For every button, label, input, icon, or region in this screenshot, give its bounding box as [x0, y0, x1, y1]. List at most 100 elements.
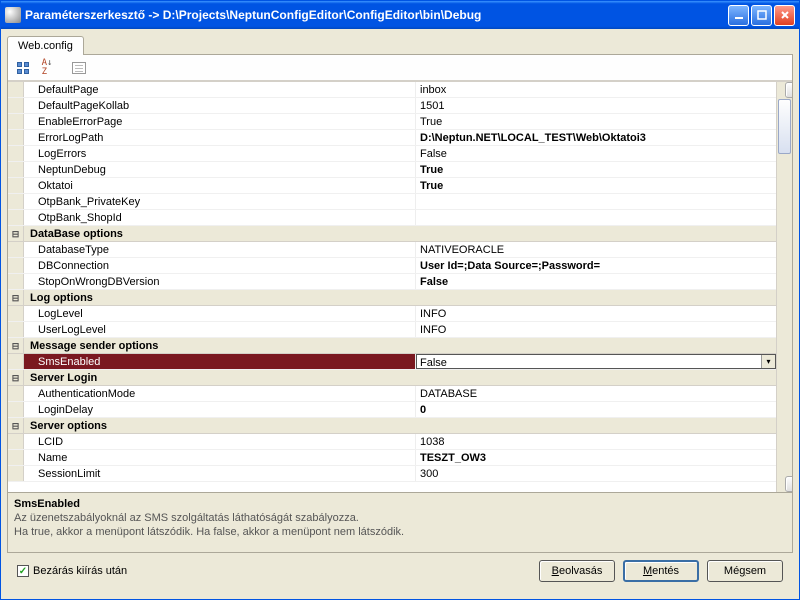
tab-webconfig[interactable]: Web.config: [7, 36, 84, 55]
property-value[interactable]: True: [416, 114, 776, 129]
close-button[interactable]: [774, 5, 795, 26]
property-name: LogErrors: [24, 146, 416, 161]
expand-gutter: [8, 114, 24, 129]
property-value[interactable]: [416, 210, 776, 225]
dropdown-icon[interactable]: ▾: [761, 355, 775, 368]
property-value[interactable]: INFO: [416, 306, 776, 321]
description-panel: SmsEnabled Az üzenetszabályoknál az SMS …: [8, 492, 792, 552]
property-name: LCID: [24, 434, 416, 449]
window-title: Paraméterszerkesztő -> D:\Projects\Neptu…: [25, 8, 728, 22]
property-value[interactable]: D:\Neptun.NET\LOCAL_TEST\Web\Oktatoi3: [416, 130, 776, 145]
property-value[interactable]: 0: [416, 402, 776, 417]
property-value[interactable]: False: [416, 274, 776, 289]
scroll-up-button[interactable]: ▲: [785, 82, 792, 98]
property-value[interactable]: True: [416, 178, 776, 193]
category-row[interactable]: ⊟Message sender options: [8, 338, 776, 354]
minimize-button[interactable]: [728, 5, 749, 26]
category-row[interactable]: ⊟Server options: [8, 418, 776, 434]
expand-gutter: [8, 146, 24, 161]
property-row[interactable]: LogErrorsFalse: [8, 146, 776, 162]
property-value[interactable]: inbox: [416, 82, 776, 97]
scroll-thumb[interactable]: [778, 99, 791, 154]
property-name: SmsEnabled: [24, 354, 416, 369]
app-icon: [5, 7, 21, 23]
property-value[interactable]: False: [416, 146, 776, 161]
property-row[interactable]: SessionLimit300: [8, 466, 776, 482]
property-name: EnableErrorPage: [24, 114, 416, 129]
cancel-button[interactable]: Mégsem: [707, 560, 783, 582]
property-name: DatabaseType: [24, 242, 416, 257]
expand-gutter[interactable]: ⊟: [8, 418, 24, 433]
property-name: DataBase options: [24, 226, 776, 241]
property-row[interactable]: NameTESZT_OW3: [8, 450, 776, 466]
property-value[interactable]: 1038: [416, 434, 776, 449]
expand-gutter: [8, 162, 24, 177]
property-row[interactable]: DatabaseTypeNATIVEORACLE: [8, 242, 776, 258]
expand-gutter[interactable]: ⊟: [8, 338, 24, 353]
property-row[interactable]: NeptunDebugTrue: [8, 162, 776, 178]
property-name: UserLogLevel: [24, 322, 416, 337]
description-line1: Az üzenetszabályoknál az SMS szolgáltatá…: [14, 511, 786, 525]
property-row[interactable]: LogLevelINFO: [8, 306, 776, 322]
expand-gutter[interactable]: ⊟: [8, 290, 24, 305]
property-row[interactable]: OtpBank_PrivateKey: [8, 194, 776, 210]
property-row[interactable]: DBConnectionUser Id=;Data Source=;Passwo…: [8, 258, 776, 274]
expand-gutter: [8, 434, 24, 449]
expand-gutter[interactable]: ⊟: [8, 370, 24, 385]
expand-gutter: [8, 82, 24, 97]
property-pages-button[interactable]: [68, 57, 90, 79]
property-value[interactable]: DATABASE: [416, 386, 776, 401]
expand-gutter: [8, 258, 24, 273]
property-name: OtpBank_PrivateKey: [24, 194, 416, 209]
property-value[interactable]: False▾: [416, 354, 776, 369]
property-row[interactable]: DefaultPageinbox: [8, 82, 776, 98]
property-value[interactable]: [416, 194, 776, 209]
property-name: StopOnWrongDBVersion: [24, 274, 416, 289]
property-grid[interactable]: DefaultPageinboxDefaultPageKollab1501Ena…: [8, 82, 776, 492]
property-name: DefaultPageKollab: [24, 98, 416, 113]
property-value[interactable]: True: [416, 162, 776, 177]
property-value[interactable]: 300: [416, 466, 776, 481]
load-button[interactable]: Beolvasás: [539, 560, 615, 582]
property-row[interactable]: EnableErrorPageTrue: [8, 114, 776, 130]
expand-gutter: [8, 210, 24, 225]
categorized-button[interactable]: [12, 57, 34, 79]
property-name: Log options: [24, 290, 776, 305]
property-row[interactable]: AuthenticationModeDATABASE: [8, 386, 776, 402]
property-name: NeptunDebug: [24, 162, 416, 177]
scroll-down-button[interactable]: ▼: [785, 476, 792, 492]
alphabetical-button[interactable]: A↓Z: [36, 57, 58, 79]
scrollbar[interactable]: ▲ ▼: [776, 82, 792, 492]
expand-gutter: [8, 402, 24, 417]
property-value[interactable]: 1501: [416, 98, 776, 113]
category-row[interactable]: ⊟DataBase options: [8, 226, 776, 242]
category-row[interactable]: ⊟Server Login: [8, 370, 776, 386]
titlebar[interactable]: Paraméterszerkesztő -> D:\Projects\Neptu…: [1, 1, 799, 29]
property-row[interactable]: OtpBank_ShopId: [8, 210, 776, 226]
property-row[interactable]: OktatoiTrue: [8, 178, 776, 194]
expand-gutter: [8, 386, 24, 401]
category-row[interactable]: ⊟Log options: [8, 290, 776, 306]
expand-gutter: [8, 130, 24, 145]
property-value[interactable]: NATIVEORACLE: [416, 242, 776, 257]
property-row[interactable]: SmsEnabledFalse▾: [8, 354, 776, 370]
property-row[interactable]: UserLogLevelINFO: [8, 322, 776, 338]
property-value[interactable]: TESZT_OW3: [416, 450, 776, 465]
expand-gutter: [8, 194, 24, 209]
expand-gutter[interactable]: ⊟: [8, 226, 24, 241]
checkbox-icon: ✓: [17, 565, 29, 577]
property-value[interactable]: INFO: [416, 322, 776, 337]
close-after-save-checkbox[interactable]: ✓ Bezárás kiírás után: [17, 565, 127, 577]
property-row[interactable]: LoginDelay0: [8, 402, 776, 418]
expand-gutter: [8, 354, 24, 369]
property-row[interactable]: DefaultPageKollab1501: [8, 98, 776, 114]
property-value[interactable]: User Id=;Data Source=;Password=: [416, 258, 776, 273]
property-row[interactable]: LCID1038: [8, 434, 776, 450]
property-name: OtpBank_ShopId: [24, 210, 416, 225]
checkbox-label: Bezárás kiírás után: [33, 565, 127, 577]
sort-icon: A↓Z: [42, 59, 53, 77]
save-button[interactable]: Mentés: [623, 560, 699, 582]
property-row[interactable]: ErrorLogPathD:\Neptun.NET\LOCAL_TEST\Web…: [8, 130, 776, 146]
property-row[interactable]: StopOnWrongDBVersionFalse: [8, 274, 776, 290]
maximize-button[interactable]: [751, 5, 772, 26]
